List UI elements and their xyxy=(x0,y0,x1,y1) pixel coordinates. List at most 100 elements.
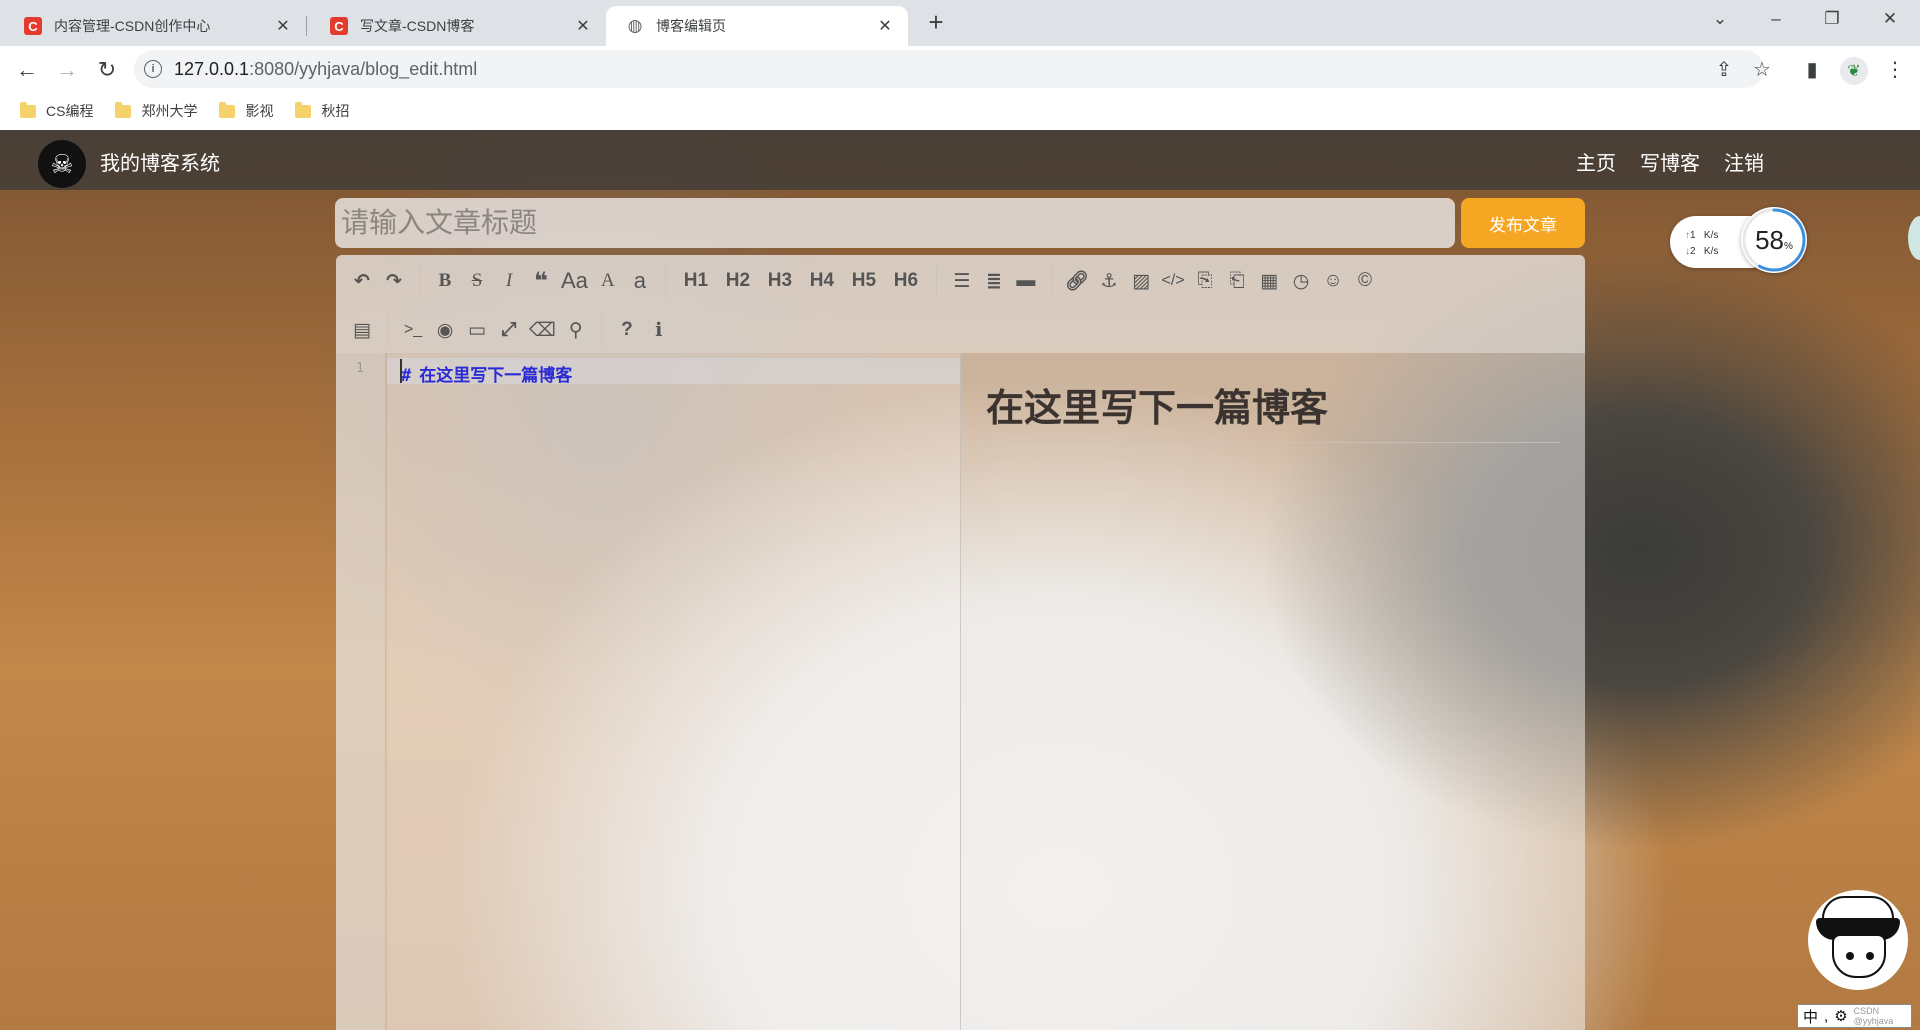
h6-button[interactable]: H6 xyxy=(885,265,927,297)
folder-icon xyxy=(219,101,236,118)
image-icon[interactable]: ▨ xyxy=(1125,265,1157,297)
bookmark-cs[interactable]: CS编程 xyxy=(20,101,93,121)
article-title-input[interactable] xyxy=(341,207,1455,239)
tab-title: 博客编辑页 xyxy=(656,18,726,34)
link-icon[interactable]: 🔗︎ xyxy=(1061,265,1093,297)
tab-search-icon[interactable]: ⌄ xyxy=(1692,0,1748,38)
publish-button[interactable]: 发布文章 xyxy=(1461,198,1585,248)
ime-mode[interactable]: 中 xyxy=(1803,1006,1818,1027)
markdown-heading-line[interactable]: # 在这里写下一篇博客 xyxy=(401,361,572,386)
unordered-list-icon[interactable]: ☰ xyxy=(946,265,978,297)
side-drawer-handle[interactable] xyxy=(1908,216,1920,260)
h4-button[interactable]: H4 xyxy=(801,265,843,297)
close-icon[interactable]: ✕ xyxy=(876,17,894,35)
quote-icon[interactable]: ❝ xyxy=(525,265,557,297)
back-arrow-icon[interactable]: ← xyxy=(10,53,44,87)
close-icon[interactable]: ✕ xyxy=(274,17,292,35)
undo-icon[interactable]: ↶ xyxy=(346,265,378,297)
anchor-icon[interactable]: ⚓︎ xyxy=(1093,265,1125,297)
toolbar-divider xyxy=(1050,265,1052,297)
goto-line-icon[interactable]: >_ xyxy=(397,314,429,346)
ime-toolbar[interactable]: 中 , ⚙ CSDN @yyhjava xyxy=(1797,1004,1912,1028)
bookmark-zzu[interactable]: 郑州大学 xyxy=(115,101,197,121)
share-icon[interactable]: ⇪ xyxy=(1709,54,1739,84)
title-input-wrapper xyxy=(335,198,1455,248)
clock-icon[interactable]: ◷ xyxy=(1285,265,1317,297)
markdown-preview: 在这里写下一篇博客 xyxy=(962,353,1585,1030)
skull-logo-icon: ☠ xyxy=(38,140,86,188)
reload-icon[interactable]: ↻ xyxy=(90,53,124,87)
toolbar-divider xyxy=(419,265,420,297)
markdown-heading-text: 在这里写下一篇博客 xyxy=(419,366,573,385)
preformatted-icon[interactable]: ⎗ xyxy=(1221,265,1253,297)
text-cursor xyxy=(400,359,402,383)
preview-icon[interactable]: ▭ xyxy=(461,314,493,346)
bookmark-recruit[interactable]: 秋招 xyxy=(295,101,349,121)
tab-strip: C 内容管理-CSDN创作中心 ✕ C 写文章-CSDN博客 ✕ ◍ 博客编辑页… xyxy=(0,0,1920,46)
nav-write-link[interactable]: 写博客 xyxy=(1640,147,1700,176)
site-navbar: ☠ 我的博客系统 主页 写博客 注销 xyxy=(0,130,1920,190)
page-viewport: ☠ 我的博客系统 主页 写博客 注销 发布文章 ↶ ↷ B S I ❝ Aa A… xyxy=(0,130,1920,1030)
folder-icon xyxy=(20,101,36,118)
window-close-button[interactable]: ✕ xyxy=(1862,0,1918,38)
site-name: 我的博客系统 xyxy=(100,153,220,175)
italic-icon[interactable]: I xyxy=(493,265,525,297)
forward-arrow-icon[interactable]: → xyxy=(50,53,84,87)
side-panel-icon[interactable]: ▮ xyxy=(1797,54,1827,84)
tab-content-management[interactable]: C 内容管理-CSDN创作中心 ✕ xyxy=(0,6,306,46)
nav-logout-link[interactable]: 注销 xyxy=(1724,147,1764,176)
bold-icon[interactable]: B xyxy=(429,265,461,297)
h3-button[interactable]: H3 xyxy=(759,265,801,297)
bookmark-video[interactable]: 影视 xyxy=(219,101,273,121)
lowercase-icon[interactable]: a xyxy=(624,265,656,297)
bookmarks-bar: CS编程 郑州大学 影视 秋招 xyxy=(0,94,353,128)
bookmark-star-icon[interactable]: ☆ xyxy=(1747,54,1777,84)
pagebreak-icon[interactable]: ▤ xyxy=(346,314,378,346)
close-icon[interactable]: ✕ xyxy=(574,17,592,35)
punctuation-icon[interactable]: , xyxy=(1824,1008,1828,1025)
html-entities-icon[interactable]: © xyxy=(1349,265,1381,297)
redo-icon[interactable]: ↷ xyxy=(378,265,410,297)
h1-button[interactable]: H1 xyxy=(675,265,717,297)
csdn-icon: C xyxy=(330,17,348,35)
nav-home-link[interactable]: 主页 xyxy=(1576,147,1616,176)
h2-button[interactable]: H2 xyxy=(717,265,759,297)
restore-button[interactable]: ❐ xyxy=(1804,0,1860,38)
info-icon[interactable]: ℹ xyxy=(643,314,675,346)
tab-write-article[interactable]: C 写文章-CSDN博客 ✕ xyxy=(306,6,606,46)
toolbar-divider xyxy=(935,265,937,297)
upload-speed: ↑1 K/s xyxy=(1685,230,1719,241)
nav-links: 主页 写博客 注销 xyxy=(1576,147,1764,176)
memory-gauge[interactable]: 58% xyxy=(1741,207,1807,273)
emoji-icon[interactable]: ☺ xyxy=(1317,265,1349,297)
new-tab-button[interactable]: + xyxy=(922,7,950,37)
face-shape xyxy=(1832,934,1886,978)
uppercase-icon[interactable]: Aa xyxy=(557,265,592,297)
csdn-watermark: CSDN @yyhjava xyxy=(1853,1006,1894,1026)
search-icon[interactable]: ⚲ xyxy=(560,314,592,346)
fullscreen-icon[interactable]: ⤢ xyxy=(493,314,525,346)
ime-settings-icon[interactable]: ⚙ xyxy=(1834,1007,1847,1025)
code-block-icon[interactable]: ⎘ xyxy=(1189,265,1221,297)
watch-toggle-icon[interactable]: ◉ xyxy=(429,314,461,346)
globe-icon: ◍ xyxy=(627,16,643,35)
table-icon[interactable]: ▦ xyxy=(1253,265,1285,297)
url-text[interactable]: 127.0.0.1:8080/yyhjava/blog_edit.html xyxy=(174,59,477,80)
horizontal-rule-icon[interactable]: ▬ xyxy=(1010,265,1042,297)
address-bar[interactable]: i 127.0.0.1:8080/yyhjava/blog_edit.html xyxy=(134,50,1764,88)
luffy-mascot-image[interactable] xyxy=(1808,890,1908,990)
markdown-input-area[interactable]: # 在这里写下一篇博客 xyxy=(387,353,961,1030)
menu-dots-icon[interactable]: ⋮ xyxy=(1880,54,1910,84)
h5-button[interactable]: H5 xyxy=(843,265,885,297)
site-info-icon[interactable]: i xyxy=(144,60,162,78)
minimize-button[interactable]: – xyxy=(1748,0,1804,38)
code-icon[interactable]: </> xyxy=(1157,265,1189,297)
help-icon[interactable]: ? xyxy=(611,314,643,346)
strikethrough-icon[interactable]: S xyxy=(461,265,493,297)
tab-blog-edit[interactable]: ◍ 博客编辑页 ✕ xyxy=(606,6,908,46)
font-size-up-icon[interactable]: A xyxy=(592,265,624,297)
clear-icon[interactable]: ⌫ xyxy=(525,314,560,346)
profile-avatar[interactable]: ❦ xyxy=(1840,57,1868,85)
ordered-list-icon[interactable]: ≣ xyxy=(978,265,1010,297)
line-number: 1 xyxy=(356,361,364,376)
